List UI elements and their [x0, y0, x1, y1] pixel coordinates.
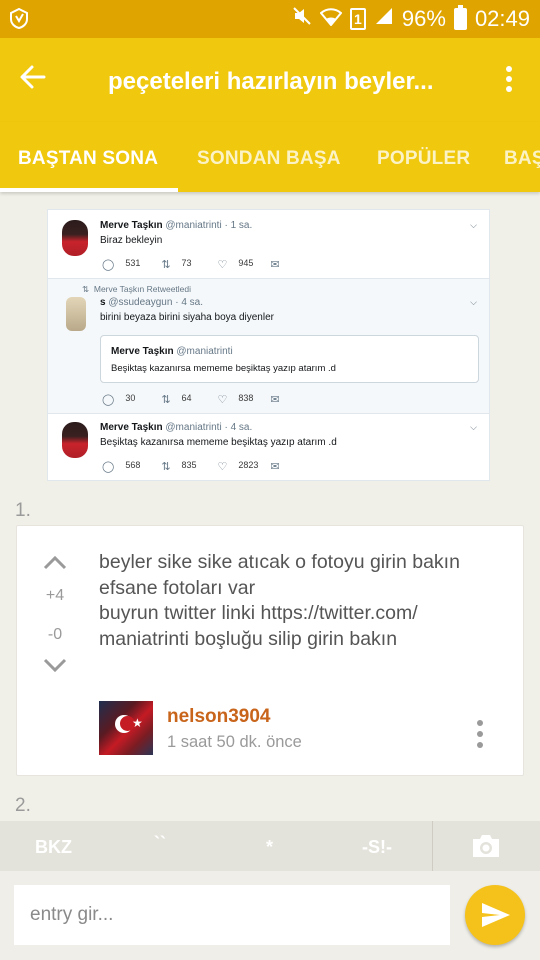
tab-bar: BAŞTAN SONA SONDAN BAŞA POPÜLER BAŞ	[0, 122, 540, 192]
tweet-1: Merve Taşkın @maniatrinti · 1 sa. ⌵ Bira…	[48, 210, 489, 278]
topic-title: peçeteleri hazırlayın beyler...	[108, 68, 434, 95]
star-button[interactable]: *	[266, 837, 273, 858]
retweet-icon: ⇅	[161, 259, 171, 271]
status-bar: 1 96% 02:49	[0, 0, 540, 38]
clock: 02:49	[474, 6, 530, 31]
retweet-icon: ⇅	[161, 461, 171, 473]
downvote-count: -0	[47, 626, 63, 643]
tweet-2: ⇅ Merve Taşkın Retweetledi s @ssudeaygun…	[48, 278, 489, 414]
backtick-button[interactable]: ``	[154, 833, 166, 854]
tab-populer[interactable]: POPÜLER	[377, 148, 470, 170]
tweet-avatar	[62, 220, 88, 256]
author-name[interactable]: nelson3904	[167, 706, 271, 728]
entry-timestamp[interactable]: 1 saat 50 dk. önce	[167, 733, 302, 752]
entry-input[interactable]	[14, 885, 450, 945]
sim-icon: 1	[349, 8, 366, 30]
mute-icon	[292, 6, 312, 32]
send-button[interactable]	[465, 885, 525, 945]
tweet-3: Merve Taşkın @maniatrinti · 4 sa. ⌵ Beşi…	[48, 414, 489, 480]
more-options-icon[interactable]	[506, 66, 514, 96]
retweet-icon: ⇅	[161, 394, 171, 406]
entry-number: 1.	[15, 500, 31, 521]
tab-sondan-basa[interactable]: SONDAN BAŞA	[197, 148, 341, 170]
upvote-count: +4	[45, 587, 65, 604]
spoiler-button[interactable]: -S!-	[362, 837, 392, 858]
tab-bastan-sona[interactable]: BAŞTAN SONA	[18, 148, 158, 170]
like-icon: ♡	[217, 394, 228, 406]
tweet-screenshot-image[interactable]: Merve Taşkın @maniatrinti · 1 sa. ⌵ Bira…	[47, 209, 490, 481]
signal-icon	[374, 6, 394, 32]
reply-icon: ◯	[102, 461, 115, 473]
author-avatar[interactable]: ★	[99, 701, 153, 755]
back-arrow-icon[interactable]	[18, 62, 58, 98]
battery-icon	[453, 5, 467, 30]
like-icon: ♡	[217, 461, 228, 473]
message-icon: ✉	[270, 394, 280, 406]
entry-list[interactable]: Merve Taşkın @maniatrinti · 1 sa. ⌵ Bira…	[0, 192, 540, 820]
composer	[0, 871, 540, 960]
chevron-down-icon: ⌵	[470, 422, 477, 432]
format-toolbar: BKZ `` * -S!-	[0, 821, 540, 871]
entry-card: +4 -0 beyler sike sike atıcak o fotoyu g…	[16, 525, 524, 776]
entry-number: 2.	[15, 795, 31, 816]
notification-icon	[8, 7, 30, 35]
wifi-icon	[319, 6, 343, 32]
tweet-avatar	[66, 297, 86, 331]
battery-percent: 96%	[401, 6, 446, 31]
tab-bas[interactable]: BAŞ	[504, 148, 540, 170]
like-icon: ♡	[217, 259, 228, 271]
entry-text: beyler sike sike atıcak o fotoyu girin b…	[99, 551, 460, 650]
chevron-down-icon: ⌵	[470, 220, 477, 230]
message-icon: ✉	[270, 461, 280, 473]
chevron-down-icon: ⌵	[470, 297, 477, 307]
message-icon: ✉	[270, 259, 280, 271]
quoted-tweet: Merve Taşkın @maniatrinti Beşiktaş kazan…	[100, 335, 479, 383]
app-bar: peçeteleri hazırlayın beyler...	[0, 38, 540, 122]
bkz-button[interactable]: BKZ	[35, 837, 72, 858]
reply-icon: ◯	[102, 259, 115, 271]
reply-icon: ◯	[102, 394, 115, 406]
send-icon	[482, 903, 510, 927]
camera-icon[interactable]	[470, 833, 502, 859]
entry-more-options-icon[interactable]	[477, 720, 485, 753]
tweet-avatar	[62, 422, 88, 458]
upvote-chevron-icon[interactable]	[43, 554, 67, 570]
downvote-chevron-icon[interactable]	[43, 658, 67, 674]
